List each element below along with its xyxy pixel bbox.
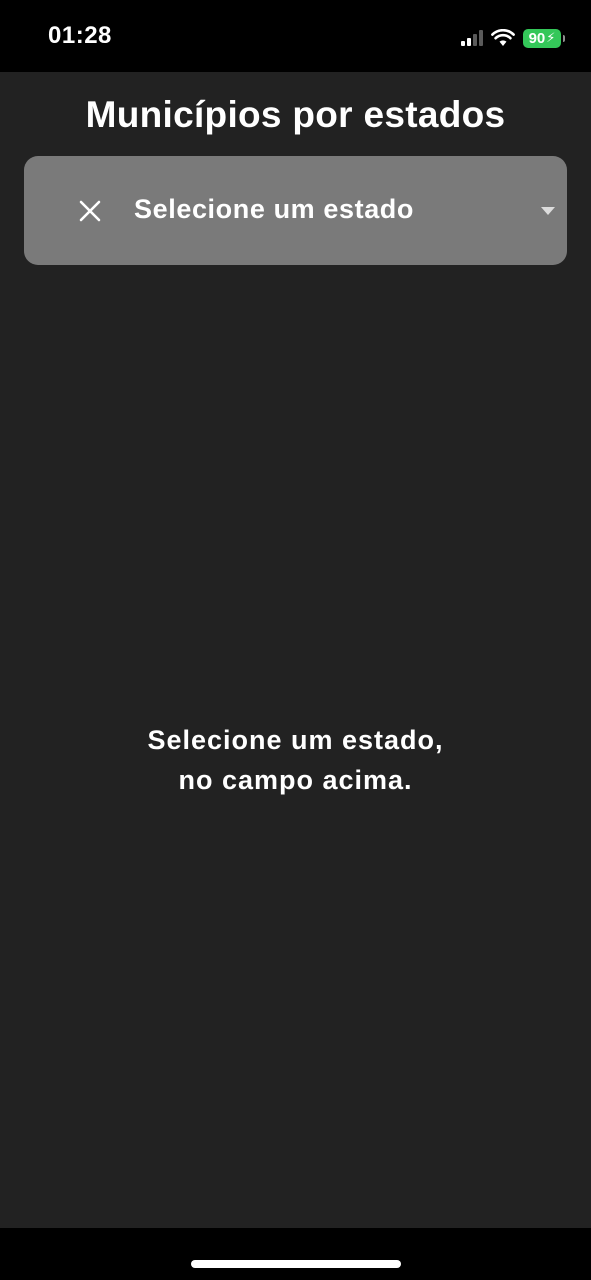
wifi-icon — [491, 29, 515, 46]
app-screen: Municípios por estados Selecione um esta… — [0, 72, 591, 1228]
chevron-down-icon[interactable] — [541, 207, 555, 215]
close-icon[interactable] — [78, 199, 102, 223]
home-indicator[interactable] — [191, 1260, 401, 1268]
charging-bolt-icon: ⚡ — [546, 30, 556, 45]
empty-state-message: Selecione um estado, no campo acima. — [0, 720, 591, 800]
bottom-bar — [0, 1228, 591, 1280]
empty-state-line-2: no campo acima. — [178, 765, 413, 795]
state-select-placeholder: Selecione um estado — [134, 194, 414, 224]
signal-icon — [461, 30, 483, 46]
battery-level: 90 — [528, 29, 546, 47]
state-select[interactable]: Selecione um estado — [24, 156, 567, 265]
status-time: 01:28 — [48, 22, 112, 49]
status-icons: 90 ⚡ — [461, 25, 565, 51]
empty-state-line-1: Selecione um estado, — [147, 725, 444, 755]
page-title: Municípios por estados — [85, 94, 506, 135]
status-bar: 01:28 90 ⚡ — [0, 0, 591, 72]
battery-icon: 90 ⚡ — [523, 28, 565, 48]
